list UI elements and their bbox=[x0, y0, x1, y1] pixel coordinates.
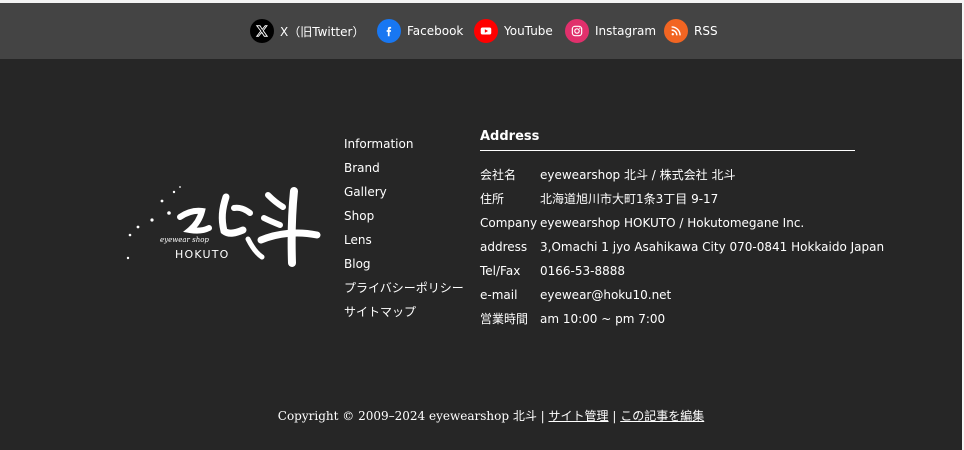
address-label: 営業時間 bbox=[480, 312, 529, 326]
facebook-icon bbox=[377, 19, 401, 43]
address-value: 3,Omachi 1 jyo Asahikawa City 070-0841 H… bbox=[540, 240, 885, 254]
logo-wordmark: HOKUTO bbox=[175, 248, 230, 261]
address-row-telephone: Tel/Fax 0166-53-8888 bbox=[480, 262, 855, 286]
address-label: Company bbox=[480, 216, 538, 230]
address-value: 0166-53-8888 bbox=[540, 264, 626, 278]
footer-link-privacy-policy[interactable]: プライバシーポリシー bbox=[344, 279, 474, 303]
address-label: e-mail bbox=[480, 288, 518, 302]
instagram-icon bbox=[565, 19, 589, 43]
address-section: Address 会社名 eyewearshop 北斗 / 株式会社 北斗 住所 … bbox=[480, 127, 884, 334]
copyright-separator: | bbox=[540, 409, 549, 423]
address-row-address-en: address 3,Omachi 1 jyo Asahikawa City 07… bbox=[480, 238, 884, 262]
youtube-icon bbox=[474, 19, 498, 43]
address-value: eyewear@hoku10.net bbox=[540, 288, 672, 302]
footer-link-shop[interactable]: Shop bbox=[344, 207, 474, 231]
social-label-facebook: Facebook bbox=[407, 24, 464, 38]
social-link-instagram[interactable]: Instagram bbox=[565, 19, 656, 43]
address-label: address bbox=[480, 240, 528, 254]
social-label-instagram: Instagram bbox=[595, 24, 657, 38]
copyright-bar: Copyright © 2009–2024 eyewearshop 北斗 | サ… bbox=[0, 407, 964, 424]
social-links-bar: X（旧Twitter） Facebook YouTube Instagram R… bbox=[0, 3, 962, 59]
social-label-x: X（旧Twitter） bbox=[280, 24, 365, 39]
address-row-business-hours: 営業時間 am 10:00 ~ pm 7:00 bbox=[480, 310, 855, 334]
address-label: 会社名 bbox=[480, 168, 517, 182]
social-link-facebook[interactable]: Facebook bbox=[377, 19, 463, 43]
footer-link-gallery[interactable]: Gallery bbox=[344, 183, 474, 207]
footer-link-brand[interactable]: Brand bbox=[344, 159, 474, 183]
address-heading: Address bbox=[480, 127, 855, 151]
footer-navigation: Information Brand Gallery Shop Lens Blog… bbox=[344, 135, 474, 327]
address-row-company-name: 会社名 eyewearshop 北斗 / 株式会社 北斗 bbox=[480, 166, 855, 190]
x-icon bbox=[250, 19, 274, 43]
social-link-x[interactable]: X（旧Twitter） bbox=[250, 19, 364, 43]
address-value: am 10:00 ~ pm 7:00 bbox=[540, 312, 666, 326]
address-row-location: 住所 北海道旭川市大町1条3丁目 9-17 bbox=[480, 190, 855, 214]
site-admin-link[interactable]: サイト管理 bbox=[549, 409, 609, 423]
rss-icon bbox=[664, 19, 688, 43]
address-details: 会社名 eyewearshop 北斗 / 株式会社 北斗 住所 北海道旭川市大町… bbox=[480, 166, 884, 334]
social-link-rss[interactable]: RSS bbox=[664, 19, 718, 43]
footer-link-information[interactable]: Information bbox=[344, 135, 474, 159]
logo-subtitle: eyewear shop bbox=[160, 236, 209, 244]
social-link-youtube[interactable]: YouTube bbox=[474, 19, 553, 43]
copyright-text: Copyright © 2009–2024 eyewearshop 北斗 bbox=[277, 409, 537, 423]
site-logo[interactable]: eyewear shop HOKUTO bbox=[122, 183, 322, 273]
social-label-youtube: YouTube bbox=[504, 24, 553, 38]
footer-link-lens[interactable]: Lens bbox=[344, 231, 474, 255]
address-value: 北海道旭川市大町1条3丁目 9-17 bbox=[540, 192, 719, 206]
footer-link-blog[interactable]: Blog bbox=[344, 255, 474, 279]
address-row-company-en: Company eyewearshop HOKUTO / Hokutomegan… bbox=[480, 214, 855, 238]
address-label: Tel/Fax bbox=[480, 264, 521, 278]
address-label: 住所 bbox=[480, 192, 505, 206]
edit-post-link[interactable]: この記事を編集 bbox=[620, 409, 704, 423]
social-label-rss: RSS bbox=[694, 24, 718, 38]
address-value: eyewearshop HOKUTO / Hokutomegane Inc. bbox=[540, 216, 805, 230]
footer-link-sitemap[interactable]: サイトマップ bbox=[344, 303, 474, 327]
address-row-email: e-mail eyewear@hoku10.net bbox=[480, 286, 855, 310]
address-value: eyewearshop 北斗 / 株式会社 北斗 bbox=[540, 168, 736, 182]
